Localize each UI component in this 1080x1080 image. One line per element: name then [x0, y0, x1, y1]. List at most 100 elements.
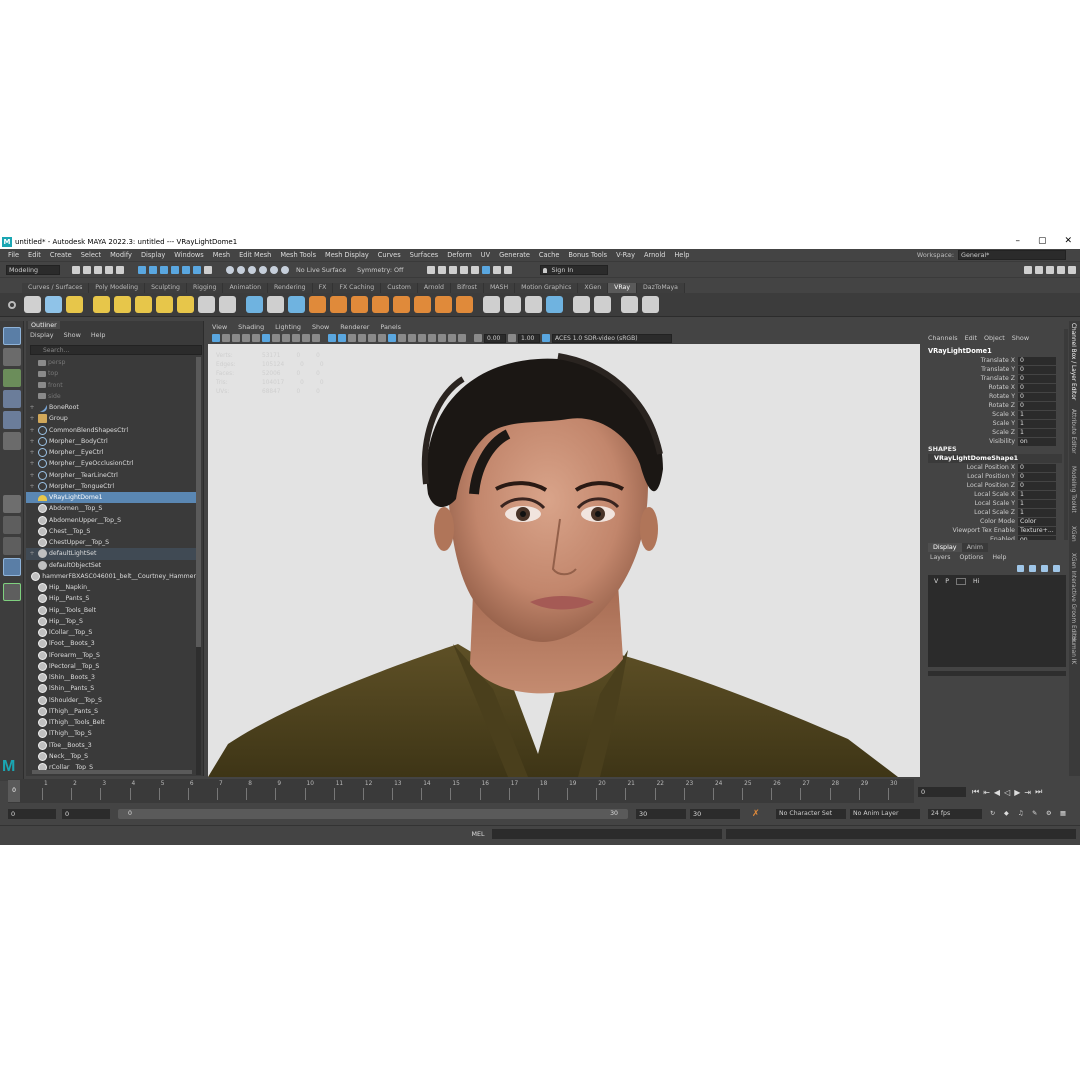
- shelf-tab-daztomaya[interactable]: DazToMaya: [637, 283, 685, 293]
- channel-value-field[interactable]: 0: [1018, 383, 1056, 392]
- outliner-item[interactable]: + Morpher__TearLineCtrl: [26, 470, 196, 481]
- vray-object-props-icon[interactable]: [594, 296, 611, 313]
- outliner-item[interactable]: + Group: [26, 413, 196, 424]
- expand-toggle[interactable]: +: [26, 472, 38, 479]
- playback-toggle[interactable]: P: [945, 578, 949, 585]
- menu-windows[interactable]: Windows: [174, 251, 203, 259]
- audio-icon[interactable]: ♫: [1018, 809, 1024, 819]
- outliner-tab[interactable]: Outliner: [28, 321, 60, 329]
- outliner-item[interactable]: lFoot__Boots_3: [26, 638, 196, 649]
- select-object-icon[interactable]: [149, 266, 157, 274]
- fps-dropdown[interactable]: 24 fps: [928, 809, 982, 819]
- start-time-field[interactable]: 0: [8, 809, 56, 819]
- menu-mesh-display[interactable]: Mesh Display: [325, 251, 369, 259]
- lights-icon[interactable]: [368, 334, 376, 342]
- channel-row[interactable]: Translate Z0: [924, 374, 1064, 383]
- snap-live-icon[interactable]: [281, 266, 289, 274]
- vray-render-settings-icon[interactable]: [24, 296, 41, 313]
- anim-layer-dropdown[interactable]: No Anim Layer: [850, 809, 920, 819]
- outliner-item[interactable]: hammerFBXASC046001_belt__Courtney_Hammer: [26, 571, 196, 582]
- outliner-item[interactable]: top: [26, 368, 196, 379]
- playback-start-field[interactable]: 0: [62, 809, 110, 819]
- channel-row[interactable]: Local Scale Z1: [924, 508, 1064, 517]
- outliner-item[interactable]: Hip__Tools_Belt: [26, 605, 196, 616]
- sign-in-dropdown[interactable]: Sign In: [540, 265, 609, 275]
- viewport-menu-renderer[interactable]: Renderer: [340, 323, 369, 331]
- select-tool-icon[interactable]: [3, 327, 21, 345]
- pause-icon[interactable]: [504, 266, 513, 274]
- channel-value-field[interactable]: Color: [1018, 517, 1056, 526]
- single-perspective-layout-icon[interactable]: [3, 495, 21, 513]
- layer-tab-display[interactable]: Display: [928, 543, 962, 552]
- menu-modify[interactable]: Modify: [110, 251, 132, 259]
- shelf-tab-arnold[interactable]: Arnold: [417, 283, 451, 293]
- expand-toggle[interactable]: +: [26, 438, 38, 445]
- shelf-tab-sculpting[interactable]: Sculpting: [145, 283, 187, 293]
- step-back-frame-icon[interactable]: ◀: [994, 788, 1000, 797]
- outliner-scrollbar[interactable]: [196, 357, 201, 775]
- channel-label[interactable]: Scale Z: [924, 429, 1018, 436]
- channel-row[interactable]: Local Position Y0: [924, 472, 1064, 481]
- menu-deform[interactable]: Deform: [447, 251, 472, 259]
- gamma-field[interactable]: 1.00: [518, 333, 540, 343]
- vray-decal-icon[interactable]: [525, 296, 542, 313]
- live-surface-label[interactable]: No Live Surface: [296, 266, 346, 274]
- viewport-menu-shading[interactable]: Shading: [238, 323, 264, 331]
- loop-icon[interactable]: ↻: [990, 809, 995, 819]
- ipr-render-icon[interactable]: [449, 266, 458, 274]
- channel-value-field[interactable]: 0: [1018, 374, 1056, 383]
- menu-display[interactable]: Display: [141, 251, 165, 259]
- outliner-item[interactable]: Chest__Top_S: [26, 526, 196, 537]
- channel-row[interactable]: Local Position X0: [924, 463, 1064, 472]
- grid-icon[interactable]: [252, 334, 260, 342]
- motion-blur-icon[interactable]: [398, 334, 406, 342]
- command-input[interactable]: [492, 829, 722, 839]
- new-empty-layer-icon[interactable]: [1041, 565, 1048, 572]
- vray-sun-icon[interactable]: [198, 296, 215, 313]
- vray-ies-light-icon[interactable]: [177, 296, 194, 313]
- playback-end-field[interactable]: 30: [636, 809, 686, 819]
- step-forward-key-icon[interactable]: ⇥: [1024, 788, 1031, 797]
- redo-icon[interactable]: [116, 266, 124, 274]
- side-tab-channel-box-layer-editor[interactable]: Channel Box / Layer Editor: [1070, 323, 1076, 400]
- menu-create[interactable]: Create: [50, 251, 72, 259]
- step-back-key-icon[interactable]: ⇤: [983, 788, 990, 797]
- shelf-tab-custom[interactable]: Custom: [381, 283, 418, 293]
- vray-render-icon[interactable]: [482, 266, 491, 274]
- time-slider[interactable]: 0 1 2 3 4 5 6 7 8 9 10 11 12 13 14 15 16 17 18 19 20 21 22 23 2…: [8, 779, 914, 803]
- select-vertex-icon[interactable]: [182, 266, 190, 274]
- outliner-item[interactable]: persp: [26, 357, 196, 368]
- new-layer-selected-icon[interactable]: [1053, 565, 1060, 572]
- vray-light-mtl-icon[interactable]: [456, 296, 473, 313]
- outliner-item[interactable]: + Morpher__EyeOcclusionCtrl: [26, 458, 196, 469]
- vray-fast-sss-icon[interactable]: [414, 296, 431, 313]
- select-hierarchy-icon[interactable]: [138, 266, 146, 274]
- wireframe-on-shaded-icon[interactable]: [348, 334, 356, 342]
- vray-chaos-cloud-icon[interactable]: [642, 296, 659, 313]
- vray-mtl-icon[interactable]: [309, 296, 326, 313]
- vray-clipper-icon[interactable]: [546, 296, 563, 313]
- depth-of-field-icon[interactable]: [418, 334, 426, 342]
- view-transform-dropdown[interactable]: ACES 1.0 SDR-video (sRGB): [552, 333, 672, 343]
- channel-label[interactable]: Color Mode: [924, 518, 1018, 525]
- shelf-tab-mash[interactable]: MASH: [483, 283, 516, 293]
- layer-editor-scrollbar[interactable]: [928, 671, 1066, 676]
- character-controls-icon[interactable]: [1035, 266, 1043, 274]
- channel-label[interactable]: Translate X: [924, 357, 1018, 364]
- auto-key-icon[interactable]: ✗: [752, 809, 760, 819]
- shelf-tab-rigging[interactable]: Rigging: [187, 283, 224, 293]
- channel-value-field[interactable]: 1: [1018, 410, 1056, 419]
- gamma-icon[interactable]: [508, 334, 516, 342]
- isolate-select-icon[interactable]: [428, 334, 436, 342]
- channel-value-field[interactable]: 0: [1018, 472, 1056, 481]
- channel-label[interactable]: Local Position X: [924, 464, 1018, 471]
- xray-joints-icon[interactable]: [448, 334, 456, 342]
- snap-surface-icon[interactable]: [270, 266, 278, 274]
- paint-select-tool-icon[interactable]: [3, 369, 21, 387]
- channel-box-menu-edit[interactable]: Edit: [965, 334, 977, 342]
- viewport[interactable]: Verts: 53171 0 0 Edges: 105124 0 0 Faces: 52006 0 0…: [208, 344, 920, 777]
- vray-scene-icon[interactable]: [267, 296, 284, 313]
- channel-row[interactable]: Color Mode Color: [924, 517, 1064, 526]
- channel-box-node-name[interactable]: VRayLightDome1: [928, 347, 992, 355]
- viewport-menu-lighting[interactable]: Lighting: [275, 323, 301, 331]
